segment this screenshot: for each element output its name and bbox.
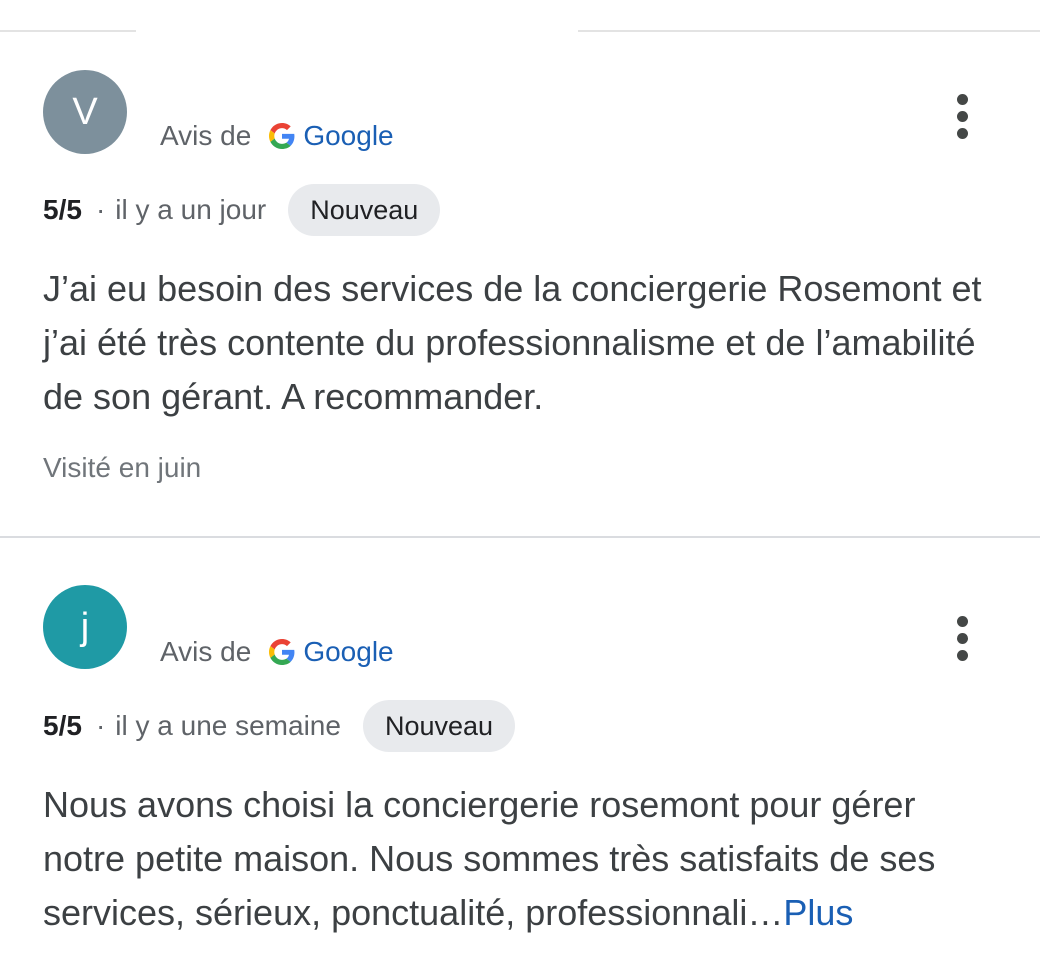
review-meta: 5/5 · il y a une semaine Nouveau bbox=[43, 700, 516, 752]
source-brand[interactable]: Google bbox=[303, 120, 393, 152]
new-badge: Nouveau bbox=[288, 184, 441, 236]
more-vert-icon[interactable] bbox=[942, 86, 982, 146]
menu-dot bbox=[956, 93, 968, 105]
review-source: Avis de Google bbox=[160, 120, 394, 152]
avatar[interactable]: V bbox=[43, 70, 127, 154]
review-card: j Avis de Google 5/5 · il y a une semain… bbox=[0, 538, 1040, 970]
source-brand[interactable]: Google bbox=[303, 636, 393, 668]
avatar[interactable]: j bbox=[43, 585, 127, 669]
menu-dot bbox=[956, 649, 968, 661]
review-text: J’ai eu besoin des services de la concie… bbox=[43, 268, 982, 417]
rating: 5/5 bbox=[43, 194, 82, 225]
review-meta: 5/5 · il y a un jour Nouveau bbox=[43, 184, 441, 236]
review-card: V Avis de Google 5/5 · il y a un jour No… bbox=[0, 0, 1040, 536]
more-link[interactable]: Plus bbox=[783, 892, 853, 933]
time-ago: il y a une semaine bbox=[115, 710, 341, 741]
source-prefix: Avis de bbox=[160, 120, 252, 151]
menu-dot bbox=[956, 632, 968, 644]
separator: · bbox=[95, 710, 106, 741]
google-g-icon bbox=[269, 639, 295, 665]
avatar-letter: V bbox=[72, 90, 98, 133]
menu-dot bbox=[956, 110, 968, 122]
google-g-icon bbox=[269, 123, 295, 149]
review-source: Avis de Google bbox=[160, 636, 394, 668]
rating: 5/5 bbox=[43, 710, 82, 741]
avatar-letter: j bbox=[80, 605, 90, 648]
review-text: Nous avons choisi la conciergerie rosemo… bbox=[43, 778, 1003, 940]
menu-dot bbox=[956, 127, 968, 139]
visited-date: Visité en juin bbox=[43, 452, 202, 483]
source-prefix: Avis de bbox=[160, 636, 252, 667]
new-badge: Nouveau bbox=[362, 700, 516, 752]
separator: · bbox=[95, 194, 106, 225]
time-ago: il y a un jour bbox=[115, 194, 267, 225]
menu-dot bbox=[956, 615, 968, 627]
more-vert-icon[interactable] bbox=[942, 608, 982, 668]
